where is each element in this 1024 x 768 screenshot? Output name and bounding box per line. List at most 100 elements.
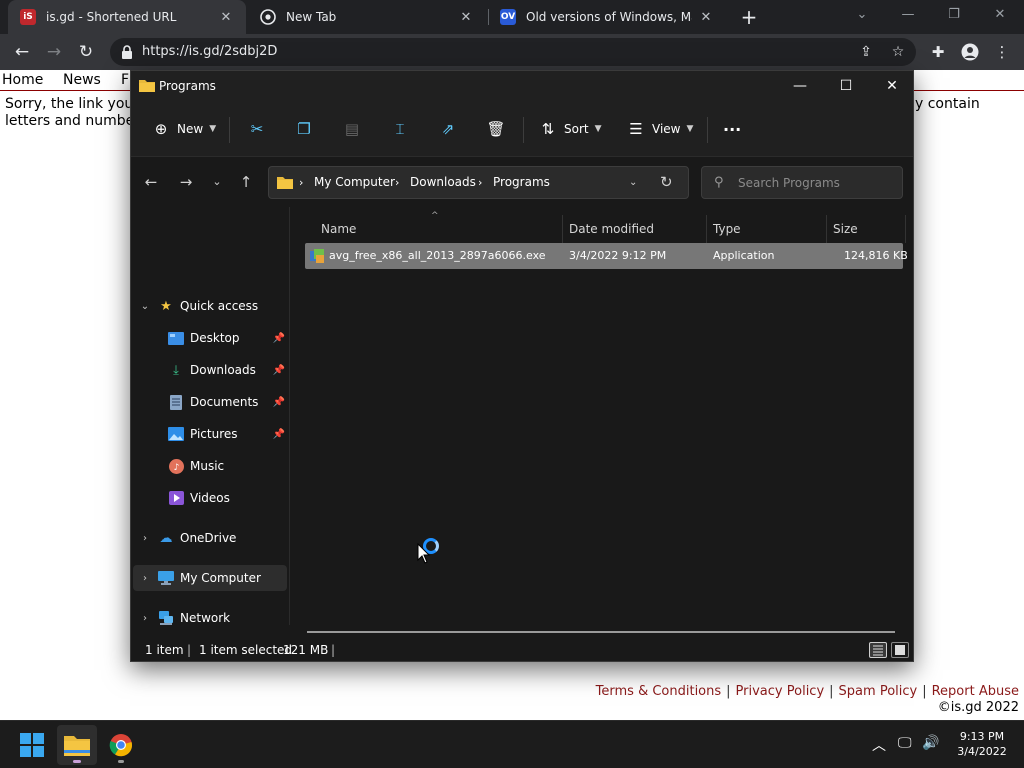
breadcrumb[interactable]: › My Computer › Downloads › Programs ⌄ ↻ xyxy=(268,166,689,199)
maximize-icon[interactable]: ☐ xyxy=(823,71,869,101)
horizontal-scrollbar[interactable] xyxy=(307,631,895,633)
view-button[interactable]: ☰ View ▼ xyxy=(626,116,693,142)
address-bar[interactable]: https://is.gd/2sdbj2D ⇪ ☆ xyxy=(110,38,916,66)
tiles-view-icon[interactable] xyxy=(891,642,909,658)
file-explorer-taskbar-button[interactable] xyxy=(57,725,97,765)
minimize-icon[interactable]: — xyxy=(777,71,823,101)
close-tab-icon[interactable]: ✕ xyxy=(218,10,234,25)
new-button[interactable]: ⊕ New ▼ xyxy=(151,116,216,142)
nav-downloads[interactable]: ⤓ Downloads 📌 xyxy=(133,357,287,383)
minimize-icon[interactable]: — xyxy=(886,4,930,26)
search-box[interactable]: ⚲ xyxy=(701,166,903,199)
close-window-icon[interactable]: ✕ xyxy=(978,4,1022,26)
nav-documents[interactable]: Documents 📌 xyxy=(133,389,287,415)
refresh-icon[interactable]: ↻ xyxy=(660,167,673,198)
extensions-icon[interactable]: ✚ xyxy=(926,40,950,64)
window-title: Programs xyxy=(159,79,216,93)
menu-kebab-icon[interactable]: ⋮ xyxy=(990,40,1014,64)
privacy-link[interactable]: Privacy Policy xyxy=(736,684,825,699)
chevron-down-icon[interactable]: ⌄ xyxy=(133,301,157,312)
restore-icon[interactable]: ❐ xyxy=(932,4,976,26)
clock-time: 9:13 PM xyxy=(959,730,1005,743)
windows-logo-icon xyxy=(20,733,44,757)
error-message-line2: letters and numbe xyxy=(5,113,135,129)
forward-icon[interactable]: → xyxy=(42,40,66,64)
browser-tab-strip: iS is.gd - Shortened URL ✕ New Tab ✕ OV … xyxy=(0,0,1024,34)
chrome-taskbar-button[interactable] xyxy=(101,725,141,765)
chevron-right-icon[interactable]: › xyxy=(133,573,157,584)
report-abuse-link[interactable]: Report Abuse xyxy=(932,684,1019,699)
column-header-date[interactable]: Date modified xyxy=(569,215,654,243)
delete-button[interactable]: 🗑 xyxy=(486,116,506,142)
column-header-type[interactable]: Type xyxy=(713,215,741,243)
breadcrumb-my-computer[interactable]: My Computer xyxy=(314,167,395,198)
chevron-down-icon[interactable]: ⌄ xyxy=(629,167,637,198)
sort-button[interactable]: ⇅ Sort ▼ xyxy=(538,116,602,142)
tab-old-versions[interactable]: OV Old versions of Windows, Mac an ✕ xyxy=(488,0,726,34)
breadcrumb-programs[interactable]: Programs xyxy=(493,167,550,198)
share-icon[interactable]: ⇪ xyxy=(856,42,876,62)
nav-network[interactable]: › Network xyxy=(133,605,287,631)
nav-music[interactable]: ♪ Music xyxy=(133,453,287,479)
nav-label: Downloads xyxy=(190,363,256,377)
column-header-name[interactable]: Name xyxy=(321,215,356,243)
selection-size: 121 MB xyxy=(283,643,329,657)
reload-icon[interactable]: ↻ xyxy=(74,40,98,64)
breadcrumb-downloads[interactable]: Downloads xyxy=(410,167,476,198)
nav-pictures[interactable]: Pictures 📌 xyxy=(133,421,287,447)
network-tray-icon[interactable]: 🖵 xyxy=(898,735,912,751)
lock-icon xyxy=(122,45,132,59)
nav-desktop[interactable]: Desktop 📌 xyxy=(133,325,287,351)
start-button[interactable] xyxy=(12,725,52,765)
details-view-icon[interactable] xyxy=(869,642,887,658)
search-input[interactable] xyxy=(738,173,898,193)
tab-new-tab[interactable]: New Tab ✕ xyxy=(248,0,486,34)
file-row[interactable]: avg_free_x86_all_2013_2897a6066.exe 3/4/… xyxy=(305,243,908,269)
document-icon xyxy=(167,394,185,410)
download-arrow-icon: ⤓ xyxy=(173,362,179,378)
pane-splitter[interactable] xyxy=(289,207,290,625)
profile-icon[interactable] xyxy=(958,40,982,64)
nav-f-link[interactable]: F xyxy=(121,72,129,88)
column-header-size[interactable]: Size xyxy=(833,215,858,243)
copy-icon: ❐ xyxy=(297,120,311,138)
cut-button[interactable]: ✂ xyxy=(247,116,267,142)
file-date: 3/4/2022 9:12 PM xyxy=(569,249,667,262)
share-button[interactable]: ⇗ xyxy=(438,116,458,142)
up-icon[interactable]: ↑ xyxy=(234,172,258,192)
nav-news-link[interactable]: News xyxy=(63,72,101,88)
nav-my-computer[interactable]: › My Computer xyxy=(133,565,287,591)
tab-search-icon[interactable]: ⌄ xyxy=(840,4,884,26)
chrome-icon xyxy=(109,734,133,757)
spam-policy-link[interactable]: Spam Policy xyxy=(839,684,918,699)
nav-quick-access[interactable]: ⌄ ★ Quick access xyxy=(133,293,287,319)
nav-onedrive[interactable]: › ☁ OneDrive xyxy=(133,525,287,551)
tab-isgd[interactable]: iS is.gd - Shortened URL ✕ xyxy=(8,0,246,34)
volume-icon[interactable]: 🔊 xyxy=(922,735,939,751)
back-icon[interactable]: ← xyxy=(10,40,34,64)
chevron-right-icon[interactable]: › xyxy=(133,613,157,624)
bookmark-star-icon[interactable]: ☆ xyxy=(888,42,908,62)
recent-locations-icon[interactable]: ⌄ xyxy=(205,172,229,192)
taskbar-clock[interactable]: 9:13 PM 3/4/2022 xyxy=(952,729,1012,759)
share-icon: ⇗ xyxy=(441,120,455,138)
nav-home-link[interactable]: Home xyxy=(2,72,43,88)
folder-icon xyxy=(277,177,293,189)
tray-chevron-up-icon[interactable]: ︿ xyxy=(872,735,886,755)
copy-button[interactable]: ❐ xyxy=(294,116,314,142)
column-divider xyxy=(826,215,827,243)
terms-link[interactable]: Terms & Conditions xyxy=(596,684,722,699)
computer-icon xyxy=(157,570,175,586)
svg-text:♪: ♪ xyxy=(173,463,179,473)
chevron-right-icon[interactable]: › xyxy=(133,533,157,544)
forward-icon[interactable]: → xyxy=(174,172,198,192)
close-tab-icon[interactable]: ✕ xyxy=(458,10,474,25)
nav-videos[interactable]: Videos xyxy=(133,485,287,511)
back-icon[interactable]: ← xyxy=(139,172,163,192)
close-icon[interactable]: ✕ xyxy=(869,71,915,101)
rename-button[interactable]: ⌶ xyxy=(390,116,410,142)
paste-button[interactable]: ▤ xyxy=(342,116,362,142)
new-tab-button[interactable]: + xyxy=(738,6,760,28)
close-tab-icon[interactable]: ✕ xyxy=(698,10,714,25)
more-options-button[interactable]: ··· xyxy=(723,116,741,142)
